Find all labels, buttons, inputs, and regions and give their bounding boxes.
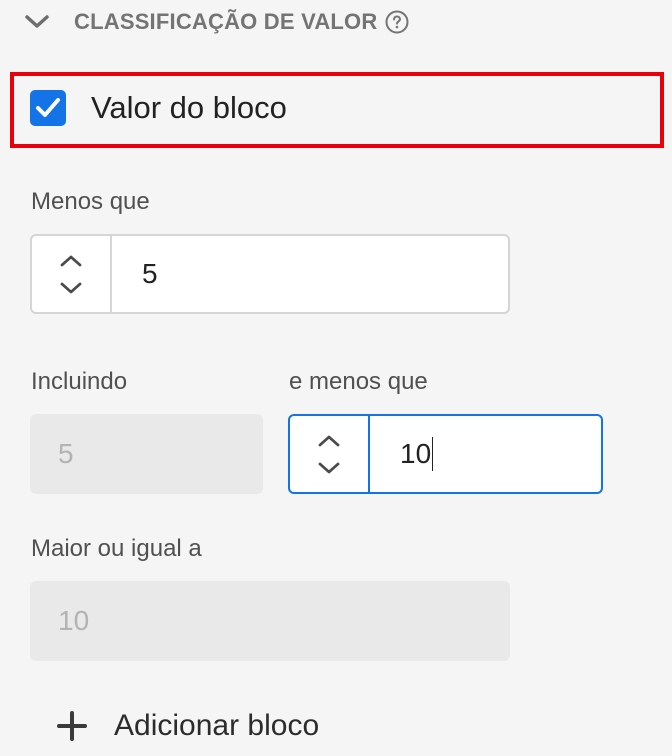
less-than-label: Menos que	[31, 188, 150, 215]
block-value-checkbox-row[interactable]: Valor do bloco	[30, 88, 287, 128]
less-than-value: 5	[142, 258, 158, 289]
add-block-button[interactable]: Adicionar bloco	[56, 704, 319, 748]
greater-or-equal-label: Maior ou igual a	[31, 535, 202, 562]
including-field: 5	[30, 414, 263, 494]
block-value-checkbox[interactable]	[30, 90, 66, 126]
block-value-label: Valor do bloco	[91, 90, 287, 125]
decrement-icon[interactable]	[59, 280, 83, 296]
less-than-input[interactable]: 5	[112, 236, 508, 312]
greater-or-equal-field: 10	[30, 581, 510, 661]
section-header[interactable]: CLASSIFICAÇÃO DE VALOR	[22, 4, 409, 40]
value-classification-panel: CLASSIFICAÇÃO DE VALOR Valor do bloco Me…	[0, 0, 672, 756]
increment-icon[interactable]	[317, 432, 341, 448]
help-circle-icon[interactable]	[385, 10, 409, 34]
text-caret	[432, 437, 434, 471]
section-title: CLASSIFICAÇÃO DE VALOR	[74, 9, 378, 34]
and-less-than-input[interactable]: 10	[370, 416, 601, 492]
decrement-icon[interactable]	[317, 460, 341, 476]
less-than-field: 5	[30, 234, 510, 314]
less-than-stepper	[32, 236, 112, 312]
and-less-than-field: 10	[288, 414, 603, 494]
including-value: 5	[58, 438, 74, 469]
chevron-down-icon[interactable]	[22, 7, 52, 37]
greater-or-equal-value: 10	[58, 605, 90, 636]
plus-icon	[56, 710, 88, 742]
and-less-than-label: e menos que	[289, 368, 428, 395]
and-less-than-stepper	[290, 416, 370, 492]
add-block-label: Adicionar bloco	[114, 709, 320, 742]
increment-icon[interactable]	[59, 252, 83, 268]
and-less-than-value: 10	[400, 438, 432, 469]
including-label: Incluindo	[31, 368, 128, 395]
